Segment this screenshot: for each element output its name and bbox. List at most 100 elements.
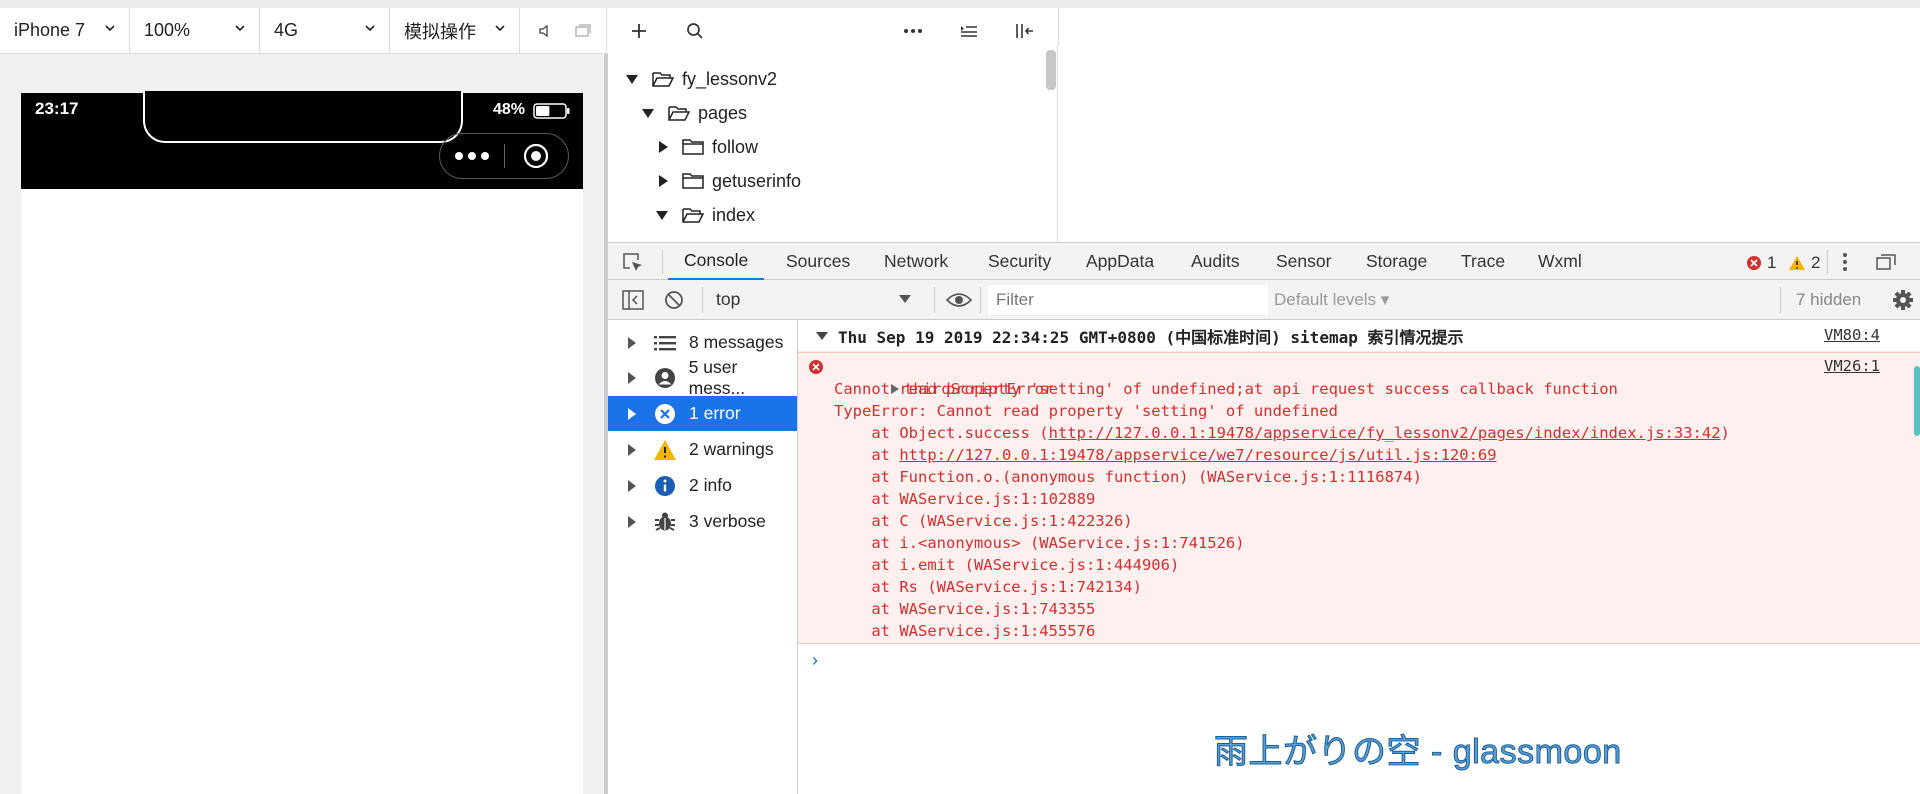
- tab-audits[interactable]: Audits: [1191, 243, 1240, 280]
- bug-icon: [655, 512, 675, 531]
- caret-down-icon: [642, 108, 654, 118]
- sidebar-item-messages[interactable]: 8 messages: [608, 325, 797, 360]
- sidebar-item-label: 3 verbose: [689, 511, 766, 531]
- tab-label: Sources: [786, 251, 851, 271]
- stack-frame: at i.emit (WAService.js:1:444906): [834, 554, 1179, 576]
- tab-sources[interactable]: Sources: [786, 243, 850, 280]
- tab-console[interactable]: Console: [668, 243, 765, 280]
- tab-label: Audits: [1191, 251, 1240, 271]
- caret-down-icon: [816, 331, 828, 340]
- capsule-close-button[interactable]: [505, 134, 569, 178]
- stack-frame-link[interactable]: http://127.0.0.1:19478/appservice/we7/re…: [899, 446, 1496, 464]
- stack-frame-text: at C (WAService.js:1:422326): [834, 512, 1133, 530]
- stack-frame: at Rs (WAService.js:1:742134): [834, 576, 1142, 598]
- chevron-down-icon: [105, 25, 115, 32]
- mini-program-capsule: [439, 133, 569, 179]
- stack-frame: at Function.o.(anonymous function) (WASe…: [834, 466, 1422, 488]
- tree-item-label: pages: [698, 102, 748, 123]
- undock-icon: [1876, 253, 1896, 270]
- inspect-element-button[interactable]: [622, 243, 652, 280]
- stack-frame-text: at Object.success (: [834, 424, 1049, 442]
- tab-label: Storage: [1366, 251, 1428, 271]
- tree-scrollbar[interactable]: [1046, 50, 1056, 90]
- chevron-down-icon: [495, 25, 505, 32]
- sidebar-item-warnings[interactable]: 2 warnings: [608, 432, 797, 467]
- tab-storage[interactable]: Storage: [1366, 243, 1427, 280]
- mute-button[interactable]: [530, 8, 560, 53]
- message-group-header[interactable]: Thu Sep 19 2019 22:34:25 GMT+0800 (中国标准时…: [798, 320, 1920, 352]
- sidebar-item-user-messages[interactable]: 5 user mess...: [608, 357, 797, 398]
- stack-frame-text: at WAService.js:1:102889: [834, 490, 1096, 508]
- clear-console-button[interactable]: [664, 290, 684, 315]
- console-scrollbar[interactable]: [1914, 366, 1920, 436]
- group-source-link[interactable]: VM80:4: [1824, 326, 1880, 344]
- stack-frame-text: at Function.o.(anonymous function) (WASe…: [834, 468, 1422, 486]
- warning-icon: [1789, 256, 1805, 270]
- capsule-menu-button[interactable]: [440, 134, 504, 178]
- tab-sensor[interactable]: Sensor: [1276, 243, 1331, 280]
- tab-label: Security: [988, 251, 1052, 271]
- sidebar-item-errors[interactable]: 1 error: [608, 396, 797, 431]
- editor-area: [1058, 46, 1920, 242]
- tab-label: Network: [884, 251, 949, 271]
- tab-wxml[interactable]: Wxml: [1538, 243, 1582, 280]
- tree-item-getuserinfo[interactable]: getuserinfo: [656, 166, 801, 196]
- sidebar-item-verbose[interactable]: 3 verbose: [608, 504, 797, 539]
- stack-frame-text: at: [834, 446, 900, 464]
- error-text: Cannot read property 'setting' of undefi…: [834, 380, 1618, 398]
- log-levels-select[interactable]: Default levels ▾: [1274, 290, 1389, 310]
- network-select[interactable]: 4G: [260, 8, 390, 53]
- window-button[interactable]: [568, 8, 598, 53]
- tab-network[interactable]: Network: [884, 243, 948, 280]
- zoom-select[interactable]: 100%: [130, 8, 260, 53]
- error-counter[interactable]: 1: [1746, 253, 1776, 273]
- filter-input[interactable]: [988, 285, 1268, 315]
- split-panel-icon: [1016, 23, 1033, 38]
- tab-label: Wxml: [1538, 251, 1582, 271]
- inspect-icon: [623, 252, 642, 271]
- devtools-menu-button[interactable]: [1842, 243, 1862, 280]
- stack-frame-link[interactable]: http://127.0.0.1:19478/appservice/fy_les…: [1049, 424, 1721, 442]
- device-select-label: iPhone 7: [14, 20, 86, 40]
- tree-item-fy-lessonv2[interactable]: fy_lessonv2: [626, 64, 777, 94]
- console-sidebar: 8 messages 5 user mess... 1 error 2 warn…: [608, 320, 798, 794]
- console-settings-button[interactable]: [1892, 289, 1914, 316]
- stack-frame-text: at Rs (WAService.js:1:742134): [834, 578, 1142, 596]
- info-icon: [655, 475, 675, 496]
- toggle-sidebar-button[interactable]: [622, 290, 644, 315]
- error-icon: [655, 403, 675, 424]
- tree-item-index[interactable]: index: [656, 200, 755, 230]
- tree-item-pages[interactable]: pages: [642, 98, 747, 128]
- phone-screen[interactable]: 23:17 48%: [21, 91, 583, 794]
- console-messages: Thu Sep 19 2019 22:34:25 GMT+0800 (中国标准时…: [798, 320, 1920, 794]
- list-icon: [654, 335, 676, 350]
- devtools-tab-bar: Console Sources Network Security AppData…: [608, 242, 1920, 280]
- context-select-label: top: [716, 289, 741, 309]
- watermark-text: 雨上がりの空 - glassmoon: [1214, 733, 1622, 772]
- undock-button[interactable]: [1876, 243, 1902, 280]
- warning-counter[interactable]: 2: [1788, 253, 1820, 273]
- tab-security[interactable]: Security: [988, 243, 1051, 280]
- block-icon: [665, 291, 683, 309]
- context-select[interactable]: top: [716, 289, 916, 310]
- tab-trace[interactable]: Trace: [1461, 243, 1505, 280]
- sidebar-item-info[interactable]: 2 info: [608, 468, 797, 503]
- caret-right-icon: [628, 479, 636, 492]
- device-select[interactable]: iPhone 7: [0, 8, 130, 53]
- caret-right-icon: [659, 141, 668, 153]
- live-expression-button[interactable]: [945, 291, 973, 314]
- stack-frame: at i.<anonymous> (WAService.js:1:741526): [834, 532, 1244, 554]
- folder-open-icon: [668, 106, 690, 121]
- console-prompt[interactable]: ›: [812, 650, 818, 671]
- error-icon: [1747, 256, 1761, 270]
- sidebar-item-label: 5 user mess...: [688, 356, 746, 398]
- network-select-label: 4G: [274, 20, 299, 40]
- caret-right-icon: [628, 515, 636, 528]
- stack-frame: at Object.success (http://127.0.0.1:1947…: [834, 422, 1730, 444]
- tab-appdata[interactable]: AppData: [1086, 243, 1154, 280]
- error-title-row[interactable]: thirdScriptError: [834, 356, 1053, 398]
- operation-select[interactable]: 模拟操作: [390, 8, 520, 53]
- tree-item-follow[interactable]: follow: [656, 132, 758, 162]
- stack-frame-text: at WAService.js:1:743355: [834, 600, 1096, 618]
- error-source-link[interactable]: VM26:1: [1824, 357, 1880, 375]
